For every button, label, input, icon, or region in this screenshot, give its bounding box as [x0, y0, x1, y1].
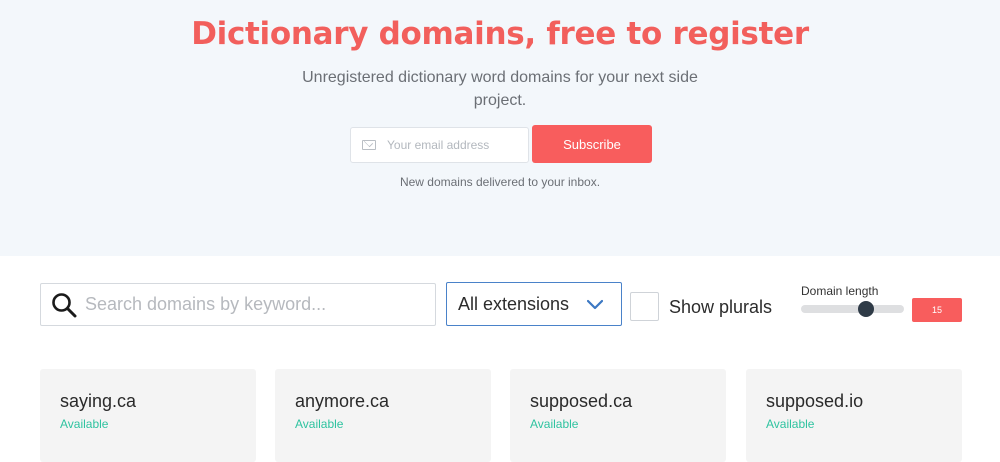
domain-name: saying.ca [60, 391, 137, 411]
domain-name: supposed.ca [530, 391, 633, 411]
hero-section: Dictionary domains, free to register Unr… [0, 0, 1000, 256]
extension-selected-value: All extensions [458, 293, 570, 314]
hero-subtitle: Unregistered dictionary word domains for… [302, 69, 698, 109]
domain-card[interactable]: supposed.io Available [746, 369, 962, 462]
domain-length-value: 15 [912, 298, 962, 322]
domain-card[interactable]: supposed.ca Available [510, 369, 726, 462]
availability-status: Available [530, 417, 579, 431]
email-field[interactable] [350, 127, 529, 163]
search-field[interactable] [40, 283, 436, 326]
email-input[interactable] [387, 138, 527, 152]
availability-status: Available [295, 417, 344, 431]
search-input[interactable] [85, 294, 415, 315]
domain-card[interactable]: saying.ca Available [40, 369, 256, 462]
domain-name: supposed.io [766, 391, 864, 411]
extension-select[interactable]: All extensions [446, 282, 622, 326]
chevron-down-icon [586, 296, 604, 312]
envelope-icon [362, 140, 376, 150]
search-icon [51, 292, 77, 318]
domain-name: anymore.ca [295, 391, 390, 411]
show-plurals-label: Show plurals [669, 297, 773, 317]
page-title: Dictionary domains, free to register [191, 16, 809, 52]
domain-length-slider[interactable] [801, 301, 904, 317]
domain-length-label: Domain length [801, 284, 879, 298]
subscribe-button[interactable]: Subscribe [532, 125, 652, 163]
subscribe-note: New domains delivered to your inbox. [399, 175, 601, 189]
availability-status: Available [766, 417, 815, 431]
slider-thumb[interactable] [857, 301, 874, 317]
show-plurals-checkbox[interactable] [630, 292, 659, 321]
domain-card[interactable]: anymore.ca Available [275, 369, 491, 462]
availability-status: Available [60, 417, 109, 431]
